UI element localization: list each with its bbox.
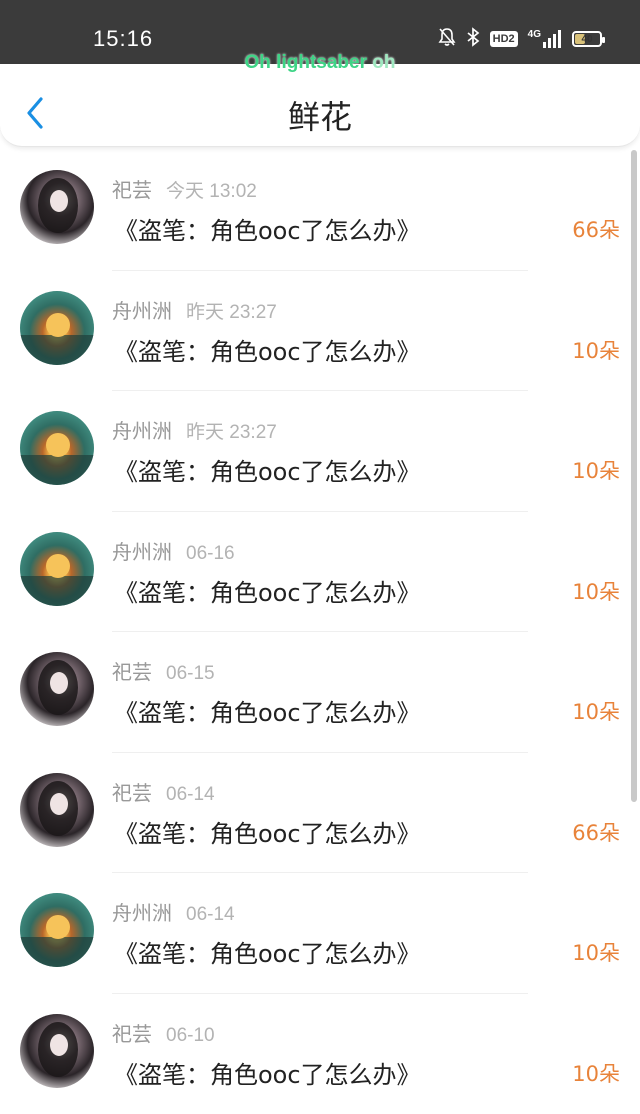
- top-app-bar: 鲜花: [0, 64, 640, 147]
- flower-count: 10朵: [572, 455, 620, 485]
- battery-level: 40: [581, 34, 592, 45]
- record-time: 06-10: [166, 1025, 215, 1046]
- flower-count: 10朵: [572, 576, 620, 606]
- flower-count: 10朵: [572, 696, 620, 726]
- sender-line: 祀芸 06-10: [112, 1018, 215, 1047]
- sender-name[interactable]: 祀芸: [112, 660, 152, 684]
- lyric-bright: Oh lightsaber: [245, 52, 373, 73]
- status-icons: HD2 4G 40: [438, 28, 602, 50]
- record-time: 昨天 23:27: [186, 302, 277, 323]
- book-title[interactable]: 《盗笔：角色ooc了怎么办》: [114, 1055, 421, 1090]
- list-item[interactable]: 祀芸今天 13:02 《盗笔：角色ooc了怎么办》 66朵: [0, 150, 640, 271]
- signal-4g-icon: 4G: [528, 29, 562, 49]
- flower-count: 10朵: [572, 937, 620, 967]
- book-title[interactable]: 《盗笔：角色ooc了怎么办》: [114, 934, 421, 969]
- avatar[interactable]: [20, 652, 94, 726]
- page-title: 鲜花: [0, 92, 640, 138]
- sender-line: 祀芸 06-15: [112, 656, 215, 685]
- record-time: 今天 13:02: [166, 181, 257, 202]
- book-title[interactable]: 《盗笔：角色ooc了怎么办》: [114, 332, 421, 367]
- list-item[interactable]: 祀芸 06-14 《盗笔：角色ooc了怎么办》 66朵: [0, 753, 640, 874]
- flower-count: 10朵: [572, 1058, 620, 1088]
- avatar[interactable]: [20, 291, 94, 365]
- bluetooth-icon: [466, 27, 480, 51]
- book-title[interactable]: 《盗笔：角色ooc了怎么办》: [114, 814, 421, 849]
- list-item[interactable]: 祀芸 06-15 《盗笔：角色ooc了怎么办》 10朵: [0, 632, 640, 753]
- list-item[interactable]: 舟州洲 06-14 《盗笔：角色ooc了怎么办》 10朵: [0, 873, 640, 994]
- record-time: 06-16: [186, 543, 235, 564]
- sender-name[interactable]: 祀芸: [112, 178, 152, 202]
- mute-bell-icon: [438, 27, 456, 51]
- floating-lyric: Oh lightsaber oh: [0, 52, 640, 74]
- sender-name[interactable]: 舟州洲: [112, 901, 172, 925]
- avatar[interactable]: [20, 1014, 94, 1088]
- sender-line: 舟州洲 06-14: [112, 897, 235, 926]
- list-item[interactable]: 舟州洲昨天 23:27 《盗笔：角色ooc了怎么办》 10朵: [0, 271, 640, 392]
- avatar[interactable]: [20, 170, 94, 244]
- sender-line: 舟州洲昨天 23:27: [112, 295, 277, 324]
- sender-line: 舟州洲昨天 23:27: [112, 415, 277, 444]
- record-time: 06-14: [186, 904, 235, 925]
- sender-name[interactable]: 祀芸: [112, 781, 152, 805]
- avatar[interactable]: [20, 893, 94, 967]
- avatar[interactable]: [20, 532, 94, 606]
- book-title[interactable]: 《盗笔：角色ooc了怎么办》: [114, 573, 421, 608]
- record-time: 06-15: [166, 663, 215, 684]
- sender-name[interactable]: 舟州洲: [112, 299, 172, 323]
- avatar[interactable]: [20, 773, 94, 847]
- sender-name[interactable]: 舟州洲: [112, 540, 172, 564]
- flower-count: 66朵: [572, 214, 620, 244]
- scrollbar[interactable]: [631, 150, 637, 802]
- sender-name[interactable]: 祀芸: [112, 1022, 152, 1046]
- hd-voice-icon: HD2: [490, 31, 518, 47]
- book-title[interactable]: 《盗笔：角色ooc了怎么办》: [114, 693, 421, 728]
- sender-name[interactable]: 舟州洲: [112, 419, 172, 443]
- flower-count: 66朵: [572, 817, 620, 847]
- sender-line: 祀芸 06-14: [112, 777, 215, 806]
- battery-icon: 40: [572, 31, 602, 47]
- sender-line: 舟州洲 06-16: [112, 536, 235, 565]
- record-time: 昨天 23:27: [186, 422, 277, 443]
- record-time: 06-14: [166, 784, 215, 805]
- book-title[interactable]: 《盗笔：角色ooc了怎么办》: [114, 211, 421, 246]
- list-item[interactable]: 舟州洲昨天 23:27 《盗笔：角色ooc了怎么办》 10朵: [0, 391, 640, 512]
- book-title[interactable]: 《盗笔：角色ooc了怎么办》: [114, 452, 421, 487]
- flower-count: 10朵: [572, 335, 620, 365]
- flower-record-list: 祀芸今天 13:02 《盗笔：角色ooc了怎么办》 66朵 舟州洲昨天 23:2…: [0, 150, 640, 1114]
- avatar[interactable]: [20, 411, 94, 485]
- status-time: 15:16: [93, 26, 153, 52]
- network-type-label: 4G: [528, 29, 541, 40]
- lyric-dim: oh: [372, 52, 395, 73]
- list-item[interactable]: 祀芸 06-10 《盗笔：角色ooc了怎么办》 10朵: [0, 994, 640, 1114]
- sender-line: 祀芸今天 13:02: [112, 174, 257, 203]
- list-item[interactable]: 舟州洲 06-16 《盗笔：角色ooc了怎么办》 10朵: [0, 512, 640, 633]
